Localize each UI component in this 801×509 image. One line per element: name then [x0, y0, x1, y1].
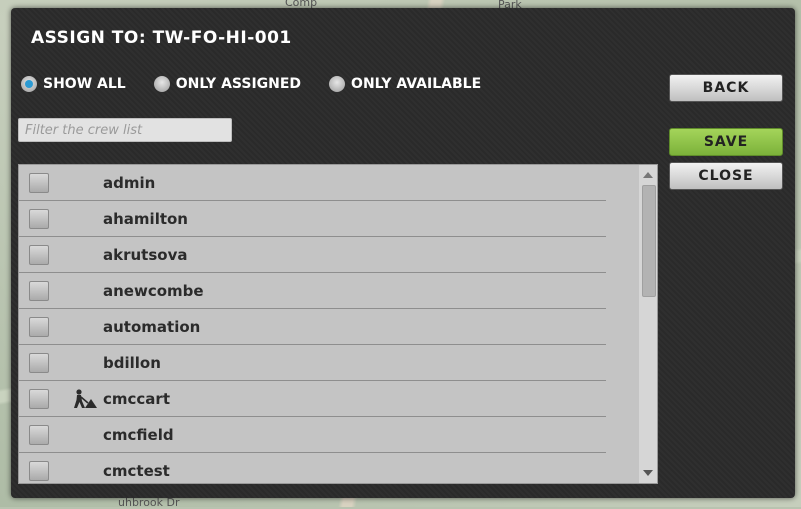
scroll-down-arrow-icon[interactable]	[643, 470, 653, 476]
back-button[interactable]: BACK	[669, 74, 783, 102]
crew-name: cmcfield	[103, 425, 174, 444]
scrollbar-thumb[interactable]	[642, 185, 656, 297]
crew-list-item[interactable]: cmccart	[19, 381, 606, 417]
radio-only-assigned[interactable]: ONLY ASSIGNED	[153, 76, 302, 92]
crew-name: automation	[103, 317, 201, 336]
radio-show-all-label: SHOW ALL	[43, 76, 126, 92]
radio-only-available-label: ONLY AVAILABLE	[351, 76, 482, 92]
crew-checkbox[interactable]	[29, 244, 49, 265]
crew-checkbox[interactable]	[29, 388, 49, 409]
filter-radio-group: SHOW ALL ONLY ASSIGNED ONLY AVAILABLE	[21, 76, 509, 92]
radio-show-all[interactable]: SHOW ALL	[21, 76, 126, 92]
crew-checkbox[interactable]	[29, 172, 49, 193]
crew-list-item[interactable]: automation	[19, 309, 606, 345]
radio-unselected-icon	[329, 76, 346, 92]
crew-checkbox[interactable]	[29, 208, 49, 229]
crew-list-item[interactable]: akrutsova	[19, 237, 606, 273]
crew-checkbox[interactable]	[29, 352, 49, 373]
crew-name: cmctest	[103, 461, 170, 480]
crew-checkbox[interactable]	[29, 280, 49, 301]
crew-name: bdillon	[103, 353, 161, 372]
radio-selected-icon	[21, 76, 37, 92]
radio-only-available[interactable]: ONLY AVAILABLE	[329, 76, 481, 92]
crew-name: ahamilton	[103, 209, 188, 228]
crew-list-scrollbar[interactable]	[639, 165, 657, 483]
crew-list-item[interactable]: bdillon	[19, 345, 606, 381]
crew-name: anewcombe	[103, 281, 204, 300]
crew-name: akrutsova	[103, 245, 188, 264]
crew-list-item[interactable]: admin	[19, 165, 606, 201]
crew-list-item[interactable]: cmcfield	[19, 417, 606, 453]
crew-checkbox[interactable]	[29, 316, 49, 337]
crew-list-item[interactable]: ahamilton	[19, 201, 606, 237]
worker-icon	[74, 389, 97, 408]
crew-list-item[interactable]: cmctest	[19, 453, 606, 483]
dialog-title: ASSIGN TO: TW-FO-HI-001	[31, 28, 292, 48]
assign-dialog: ASSIGN TO: TW-FO-HI-001 SHOW ALL ONLY AS…	[11, 8, 795, 498]
close-button[interactable]: CLOSE	[669, 162, 783, 190]
crew-checkbox[interactable]	[29, 460, 49, 481]
crew-checkbox[interactable]	[29, 424, 49, 445]
radio-only-assigned-label: ONLY ASSIGNED	[175, 76, 302, 92]
crew-list[interactable]: admin ahamilton akrutsova anewcombe auto…	[18, 164, 658, 484]
scroll-up-arrow-icon[interactable]	[643, 172, 653, 178]
crew-name: cmccart	[103, 389, 170, 408]
crew-filter-input[interactable]	[18, 118, 232, 142]
crew-list-item[interactable]: anewcombe	[19, 273, 606, 309]
radio-unselected-icon	[153, 76, 170, 92]
save-button[interactable]: SAVE	[669, 128, 783, 156]
crew-name: admin	[103, 173, 156, 192]
